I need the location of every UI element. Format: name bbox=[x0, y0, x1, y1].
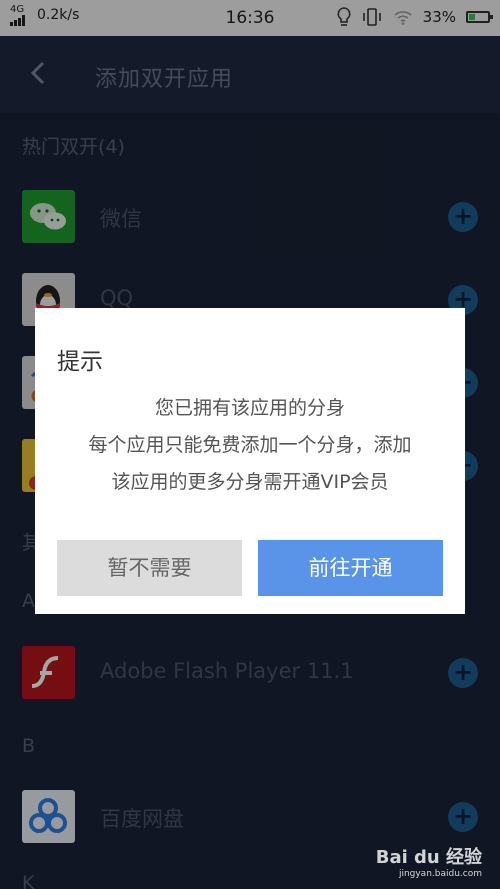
watermark-brand: Bai du 经验 bbox=[375, 847, 482, 868]
dialog-message-line-2: 每个应用只能免费添加一个分身，添加 bbox=[88, 434, 412, 456]
dialog-message: 您已拥有该应用的分身 每个应用只能免费添加一个分身，添加 该应用的更多分身需开通… bbox=[35, 390, 465, 501]
vip-prompt-dialog: 提示 您已拥有该应用的分身 每个应用只能免费添加一个分身，添加 该应用的更多分身… bbox=[35, 308, 465, 614]
dialog-message-line-1: 您已拥有该应用的分身 bbox=[154, 397, 345, 419]
baidu-jingyan-watermark: Bai du 经验 jingyan.baidu.com bbox=[376, 843, 482, 879]
cancel-button[interactable]: 暂不需要 bbox=[57, 540, 242, 596]
watermark-url: jingyan.baidu.com bbox=[398, 869, 482, 879]
dialog-title: 提示 bbox=[57, 349, 103, 375]
activate-vip-button[interactable]: 前往开通 bbox=[258, 540, 443, 596]
dialog-message-line-3: 该应用的更多分身需开通VIP会员 bbox=[111, 471, 389, 493]
